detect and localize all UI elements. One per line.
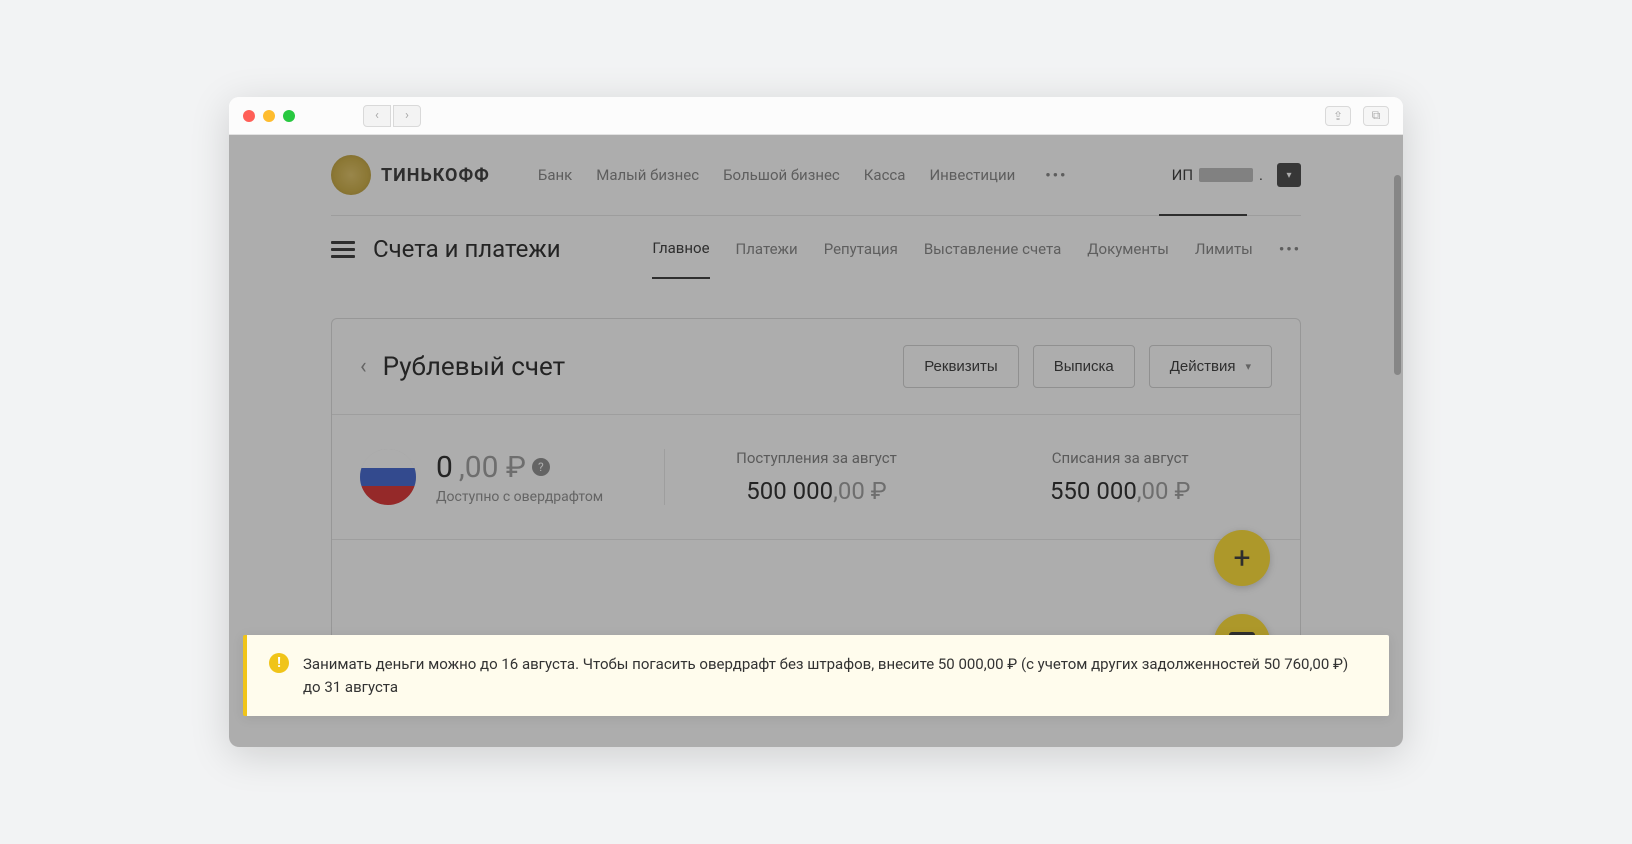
tabs-icon[interactable]: ⧉ <box>1363 106 1389 126</box>
stat-label: Списания за август <box>968 449 1272 467</box>
titlebar: ‹ › ⇪ ⧉ <box>229 97 1403 135</box>
sub-bar: Счета и платежи Главное Платежи Репутаци… <box>331 216 1301 282</box>
topnav-more-icon[interactable]: ••• <box>1045 166 1067 184</box>
topnav-item[interactable]: Инвестиции <box>929 166 1015 184</box>
user-name-redacted <box>1199 168 1253 182</box>
tab-reputation[interactable]: Репутация <box>824 220 898 278</box>
subnav-more-icon[interactable]: ••• <box>1279 240 1301 258</box>
overdraft-alert: ! Занимать деньги можно до 16 августа. Ч… <box>243 635 1389 716</box>
back-button[interactable]: ‹ <box>363 105 391 127</box>
tab-invoice[interactable]: Выставление счета <box>924 220 1061 278</box>
back-icon[interactable]: ‹ <box>360 354 367 379</box>
app-viewport: ТИНЬКОФФ Банк Малый бизнес Большой бизне… <box>229 135 1403 747</box>
balance-row: 0,00 ₽ ? Доступно с овердрафтом Поступле… <box>332 415 1300 540</box>
maximize-icon[interactable] <box>283 110 295 122</box>
account-title: Рублевый счет <box>383 352 566 382</box>
user-menu[interactable]: ИП . ▾ <box>1172 163 1301 187</box>
forward-button[interactable]: › <box>393 105 421 127</box>
balance-amount: 0,00 ₽ ? <box>436 450 603 485</box>
user-suffix: . <box>1259 166 1263 184</box>
minimize-icon[interactable] <box>263 110 275 122</box>
topnav-item[interactable]: Банк <box>538 166 572 184</box>
share-icon[interactable]: ⇪ <box>1325 106 1351 126</box>
actions-label: Действия <box>1170 358 1236 375</box>
brand-name: ТИНЬКОФФ <box>381 165 490 186</box>
user-prefix: ИП <box>1172 166 1193 184</box>
topnav-item[interactable]: Большой бизнес <box>723 166 840 184</box>
statement-button[interactable]: Выписка <box>1033 345 1135 388</box>
topnav-item[interactable]: Малый бизнес <box>596 166 699 184</box>
menu-icon[interactable] <box>331 241 355 258</box>
tab-limits[interactable]: Лимиты <box>1195 220 1253 278</box>
account-header: ‹ Рублевый счет Реквизиты Выписка Действ… <box>332 319 1300 415</box>
scrollbar[interactable] <box>1394 175 1401 375</box>
help-icon[interactable]: ? <box>532 458 550 476</box>
account-card: ‹ Рублевый счет Реквизиты Выписка Действ… <box>331 318 1301 661</box>
actions-dropdown[interactable]: Действия ▾ <box>1149 345 1272 388</box>
nav-buttons: ‹ › <box>363 105 421 127</box>
stat-outgoing: Списания за август 550 000,00 ₽ <box>968 449 1272 505</box>
tab-payments[interactable]: Платежи <box>736 220 798 278</box>
stat-incoming: Поступления за август 500 000,00 ₽ <box>665 449 969 505</box>
sub-nav: Главное Платежи Репутация Выставление сч… <box>652 219 1301 279</box>
topnav-item[interactable]: Касса <box>864 166 906 184</box>
tab-documents[interactable]: Документы <box>1087 220 1169 278</box>
section-title: Счета и платежи <box>373 235 561 263</box>
alert-text: Занимать деньги можно до 16 августа. Что… <box>303 653 1367 698</box>
balance-subtitle: Доступно с овердрафтом <box>436 489 603 505</box>
top-bar: ТИНЬКОФФ Банк Малый бизнес Большой бизне… <box>331 135 1301 215</box>
browser-window: ‹ › ⇪ ⧉ ТИНЬКОФФ Банк Малый бизнес Больш… <box>229 97 1403 747</box>
window-controls <box>243 110 295 122</box>
top-nav: Банк Малый бизнес Большой бизнес Касса И… <box>538 166 1068 184</box>
warning-icon: ! <box>269 653 289 673</box>
stat-label: Поступления за август <box>665 449 969 467</box>
user-active-indicator <box>1159 214 1247 216</box>
requisites-button[interactable]: Реквизиты <box>903 345 1019 388</box>
brand-logo[interactable]: ТИНЬКОФФ <box>331 155 490 195</box>
flag-russia-icon <box>360 449 416 505</box>
add-fab[interactable]: + <box>1214 530 1270 586</box>
tab-main[interactable]: Главное <box>652 219 709 279</box>
shield-icon <box>331 155 371 195</box>
chevron-down-icon: ▾ <box>1245 360 1251 373</box>
close-icon[interactable] <box>243 110 255 122</box>
chevron-down-icon[interactable]: ▾ <box>1277 163 1301 187</box>
